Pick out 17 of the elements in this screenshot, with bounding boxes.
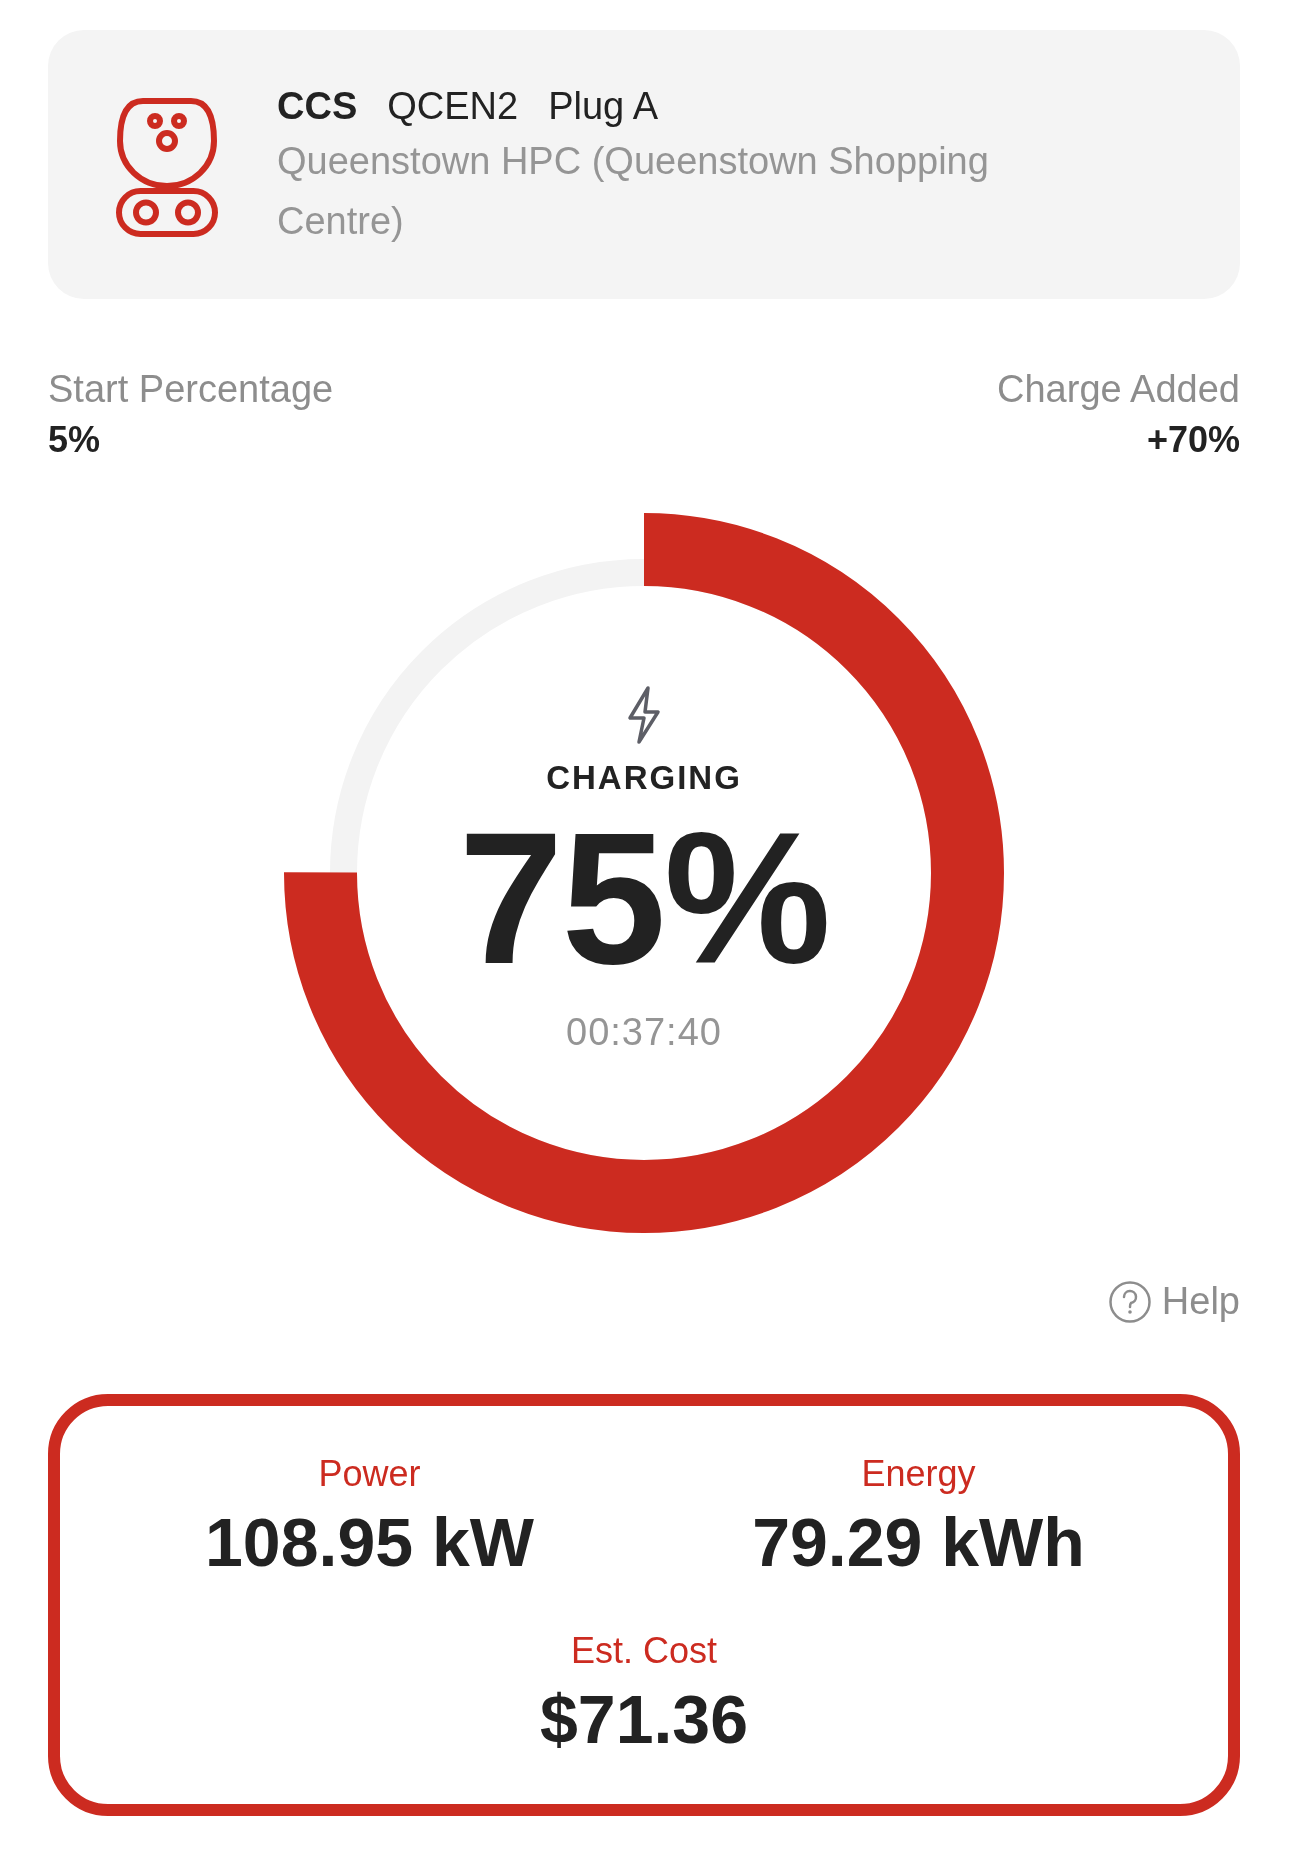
stat-label: Charge Added xyxy=(997,367,1240,413)
location-text: Queenstown HPC (Queenstown Shopping Centre) xyxy=(277,139,990,245)
stat-value: +70% xyxy=(1145,417,1240,462)
stat-value: 5% xyxy=(48,417,102,462)
help-link[interactable]: Help xyxy=(1107,1273,1240,1331)
metric-value: 108.95 kW xyxy=(204,1503,535,1583)
plug-icon xyxy=(115,97,219,237)
help-icon xyxy=(1107,1279,1152,1324)
metric-label: Power xyxy=(317,1452,422,1497)
plug-label: Plug A xyxy=(548,85,659,127)
metric-value: $71.36 xyxy=(539,1679,749,1759)
metric-label: Energy xyxy=(860,1452,977,1497)
stat-label: Start Percentage xyxy=(48,367,334,413)
charger-code: QCEN2 xyxy=(387,85,519,127)
connector-type: CCS xyxy=(277,85,358,127)
metric-label: Est. Cost xyxy=(569,1628,718,1673)
metric-value: 79.29 kWh xyxy=(751,1503,1086,1583)
